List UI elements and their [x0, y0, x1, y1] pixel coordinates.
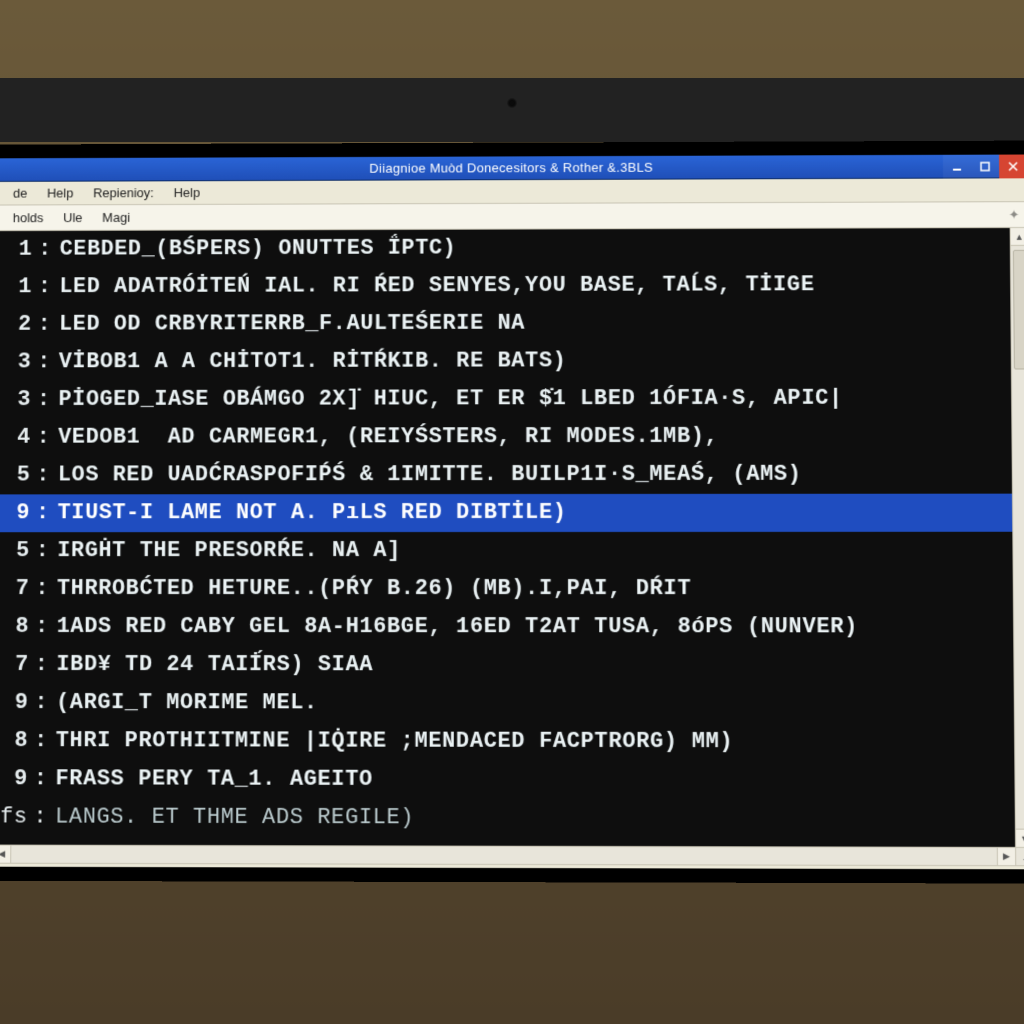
editor-line[interactable]: 8:1ADS RED CABY GEL 8A-H16BGE, 16ED T2AT… [0, 608, 1013, 647]
menu-item-repienioy[interactable]: Repienioy: [83, 181, 164, 205]
line-colon: : [36, 494, 50, 532]
maximize-button[interactable] [971, 155, 999, 179]
line-colon: : [35, 646, 49, 684]
line-text: LANGS. ET THME ADS REGILE) [55, 798, 414, 837]
line-number: 1 [4, 231, 32, 269]
line-number: 1 [4, 269, 32, 307]
editor-line[interactable]: 3:VİBOB1 A A CHİTOT1. RİTŔKIB. RE BATS) [0, 342, 1011, 382]
laptop-screen: Diiagnioe Muòd Donecesitors & Rother &.3… [0, 141, 1024, 884]
editor-line[interactable]: 9:TIUST-I LAME NOT A. PıLS RED DIBTİLE) [0, 494, 1012, 533]
menu-item-help[interactable]: Help [37, 181, 83, 205]
line-number: 2 [4, 306, 32, 344]
titlebar[interactable]: Diiagnioe Muòd Donecesitors & Rother &.3… [0, 155, 1024, 182]
scroll-up-button[interactable]: ▲ [1011, 228, 1024, 246]
line-colon: : [34, 760, 48, 798]
status-right: b ∧ [1005, 869, 1024, 870]
line-text: VEDOB1 AD CARMEGR1, (REIYŚSTERS, RI MODE… [58, 418, 718, 457]
minimize-button[interactable] [943, 155, 971, 179]
minimize-icon [952, 162, 962, 172]
editor-line[interactable]: 8:THRI PROTHIITMINE |IQ̇IRE ;MENDACED FA… [0, 722, 1014, 762]
laptop-bezel [0, 78, 1024, 142]
menu-item-de[interactable]: de [3, 181, 37, 205]
window-controls [943, 155, 1024, 178]
editor-line[interactable]: 5:LOS RED UADĆRASPOFIṔŚ & 1IMITTE. BUILP… [0, 456, 1012, 495]
editor-line[interactable]: 7:THRROBĆTED HETURE..(PŔY B.26) (MB).I,P… [0, 570, 1013, 608]
line-colon: : [37, 381, 51, 419]
line-colon: : [36, 457, 50, 495]
line-number: 9 [0, 760, 28, 798]
maximize-icon [980, 162, 990, 172]
line-text: LED ADATRÓİTEŃ IAL. RI ŔED SENYES,YOU BA… [59, 266, 814, 306]
editor-line[interactable]: 3:PİOGED_IASE OBÁMGO 2X]̇ HIUC, ET ER $̇… [0, 379, 1011, 418]
line-text: THRROBĆTED HETURE..(PŔY B.26) (MB).I,PAI… [57, 570, 691, 608]
line-text: TIUST-I LAME NOT A. PıLS RED DIBTİLE) [58, 494, 567, 532]
line-text: LOS RED UADĆRASPOFIṔŚ & 1IMITTE. BUILP1I… [58, 456, 802, 495]
scroll-left-button[interactable]: ◀ [0, 846, 11, 863]
line-number: 4 [3, 419, 31, 457]
tab-ule[interactable]: Ule [53, 205, 92, 231]
editor-line[interactable]: 1:CEBDED_(BŚPERS) ONUTTES ḮPTC) [0, 228, 1010, 269]
scroll-corner: ⌟ [1015, 848, 1024, 865]
line-colon: : [37, 306, 51, 344]
line-colon: : [33, 798, 47, 836]
line-text: LED OD CRBYRITERRB_F.AULTEŚERIE NA [59, 305, 525, 344]
scroll-thumb[interactable] [1013, 250, 1024, 370]
line-number: 8 [0, 722, 28, 760]
editor-area: 1:CEBDED_(BŚPERS) ONUTTES ḮPTC)1:LED ADA… [0, 228, 1024, 847]
code-editor[interactable]: 1:CEBDED_(BŚPERS) ONUTTES ḮPTC)1:LED ADA… [0, 228, 1015, 847]
scroll-right-button[interactable]: ▶ [997, 848, 1015, 865]
editor-line[interactable]: 4:VEDOB1 AD CARMEGR1, (REIYŚSTERS, RI MO… [0, 417, 1012, 456]
horizontal-scrollbar[interactable]: ◀ ▶ ⌟ [0, 845, 1024, 866]
editor-line[interactable]: 9:(ARGI_T MORIME MEL. [0, 684, 1014, 723]
line-text: THRI PROTHIITMINE |IQ̇IRE ;MENDACED FACP… [56, 722, 734, 761]
status-left: Sydoy WorFinsider Brakesale [1, 867, 172, 870]
line-number: 5 [2, 532, 30, 570]
line-number: 8 [1, 608, 29, 646]
line-number: fs [0, 798, 28, 836]
line-number: 7 [1, 570, 29, 608]
laptop-camera [507, 98, 517, 108]
editor-line[interactable]: 1:LED ADATRÓİTEŃ IAL. RI ŔED SENYES,YOU … [0, 266, 1010, 306]
menubar: de Help Repienioy: Help [0, 178, 1024, 205]
scroll-down-button[interactable]: ▼ [1016, 829, 1024, 847]
toolbar-glyph-icon: ✦ [1009, 207, 1024, 223]
line-text: IRGḢT THE PRESORŔE. NA A] [57, 532, 401, 570]
line-number: 5 [2, 457, 30, 495]
line-text: FRASS PERY TA_1. AGEITO [55, 760, 372, 799]
editor-line[interactable]: 5:IRGḢT THE PRESORŔE. NA A] [0, 532, 1013, 570]
close-icon [1008, 161, 1018, 171]
line-text: IBD¥ TD 24 TAIİ́RS) SIAA [56, 646, 373, 684]
line-colon: : [37, 344, 51, 382]
app-window: Diiagnioe Muòd Donecesitors & Rother &.3… [0, 155, 1024, 870]
line-colon: : [36, 419, 50, 457]
editor-line[interactable]: fs:LANGS. ET THME ADS REGILE) [0, 798, 1015, 838]
line-colon: : [38, 268, 52, 306]
editor-line[interactable]: 2:LED OD CRBYRITERRB_F.AULTEŚERIE NA [0, 304, 1011, 344]
line-text: (ARGI_T MORIME MEL. [56, 684, 318, 722]
tab-magi[interactable]: Magi [92, 205, 140, 231]
line-colon: : [36, 532, 50, 570]
line-text: PİOGED_IASE OBÁMGO 2X]̇ HIUC, ET ER $̇1 … [58, 380, 843, 419]
line-text: 1ADS RED CABY GEL 8A-H16BGE, 16ED T2AT T… [57, 608, 859, 646]
line-text: VİBOB1 A A CHİTOT1. RİTŔKIB. RE BATS) [59, 342, 567, 381]
line-colon: : [34, 684, 48, 722]
editor-line[interactable]: 9:FRASS PERY TA_1. AGEITO [0, 760, 1015, 800]
tab-holds[interactable]: holds [3, 205, 54, 231]
menu-item-help2[interactable]: Help [164, 181, 210, 205]
close-button[interactable] [999, 155, 1024, 179]
line-text: CEBDED_(BŚPERS) ONUTTES ḮPTC) [60, 230, 457, 269]
line-colon: : [35, 570, 49, 608]
toolbar: holds Ule Magi ✦ [0, 202, 1024, 231]
line-colon: : [38, 231, 52, 269]
line-colon: : [34, 722, 48, 760]
line-number: 7 [1, 646, 29, 684]
line-number: 9 [2, 494, 30, 532]
line-number: 9 [0, 684, 28, 722]
window-title: Diiagnioe Muòd Donecesitors & Rother &.3… [369, 160, 653, 176]
line-number: 3 [3, 344, 31, 382]
line-number: 3 [3, 381, 31, 419]
editor-line[interactable]: 7:IBD¥ TD 24 TAIİ́RS) SIAA [0, 646, 1014, 685]
line-colon: : [35, 608, 49, 646]
